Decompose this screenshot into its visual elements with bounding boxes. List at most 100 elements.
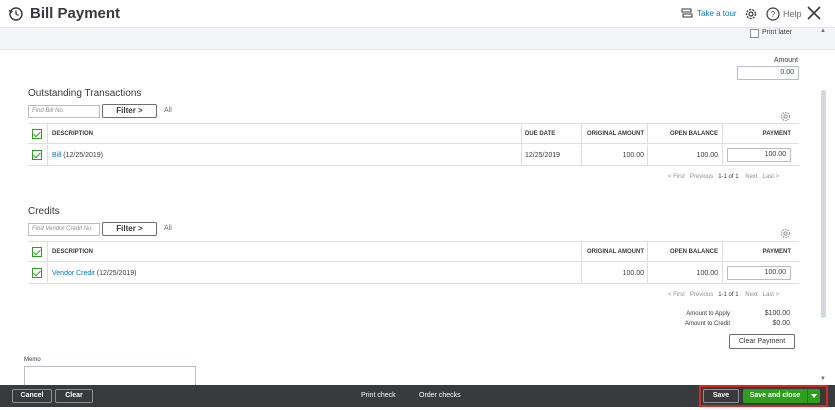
column-original-amount[interactable]: ORIGINAL AMOUNT [586, 131, 644, 137]
column-open-balance[interactable]: OPEN BALANCE [652, 249, 718, 255]
clear-payment-button[interactable]: Clear Payment [729, 334, 795, 349]
column-divider [647, 242, 648, 262]
amount-input[interactable]: 0.00 [737, 66, 799, 80]
credits-pagination: < First Previous 1-1 of 1 Next Last > [668, 292, 779, 298]
pager-range: 1-1 of 1 [718, 292, 739, 298]
pager-first[interactable]: < First [668, 292, 685, 298]
column-divider [647, 145, 648, 165]
svg-text:?: ? [771, 10, 776, 19]
row-open-balance: 100.00 [696, 270, 718, 277]
row-payment-input[interactable]: 100.00 [727, 266, 791, 280]
page-title: Bill Payment [30, 5, 121, 22]
credits-title: Credits [28, 206, 60, 217]
select-all-credits-checkbox[interactable] [32, 247, 42, 257]
row-checkbox[interactable] [32, 150, 42, 160]
pager-first[interactable]: < First [668, 174, 685, 180]
column-divider [581, 242, 582, 262]
close-icon[interactable] [806, 5, 822, 21]
row-description: Bill (12/25/2019) [52, 152, 103, 159]
scrollbar-thumb[interactable] [821, 90, 826, 318]
payment-history-icon[interactable] [8, 6, 24, 22]
column-divider [47, 145, 48, 165]
pager-next[interactable]: Next [745, 292, 757, 298]
row-open-balance: 100.00 [696, 152, 718, 159]
pager-next[interactable]: Next [745, 174, 757, 180]
row-checkbox[interactable] [32, 268, 42, 278]
column-divider [47, 263, 48, 283]
outstanding-filter-button[interactable]: Filter > [102, 104, 157, 118]
outstanding-pagination: < First Previous 1-1 of 1 Next Last > [668, 174, 779, 180]
bill-date: (12/25/2019) [61, 152, 103, 159]
column-divider [722, 145, 723, 165]
column-payment[interactable]: PAYMENT [728, 249, 791, 255]
outstanding-table-header: DESCRIPTION DUE DATE ORIGINAL AMOUNT OPE… [28, 123, 799, 144]
column-payment[interactable]: PAYMENT [728, 131, 791, 137]
row-payment-input[interactable]: 100.00 [727, 148, 791, 162]
column-divider [581, 124, 582, 144]
take-a-tour-link[interactable]: Take a tour [697, 9, 737, 18]
order-checks-link[interactable]: Order checks [419, 392, 461, 399]
top-options-strip [0, 28, 835, 50]
row-description: Vendor Credit (12/25/2019) [52, 270, 136, 277]
find-bill-input[interactable]: Find Bill No. [28, 105, 100, 118]
print-later-label: Print later [762, 29, 792, 36]
column-divider [521, 145, 522, 165]
amount-to-apply-value: $100.00 [764, 310, 790, 317]
pager-last[interactable]: Last > [763, 174, 780, 180]
row-original-amount: 100.00 [622, 152, 644, 159]
pager-last[interactable]: Last > [763, 292, 780, 298]
column-divider [47, 124, 48, 144]
outstanding-all-label: All [164, 107, 172, 114]
amount-to-credit-value: $0.00 [772, 320, 790, 327]
column-divider [722, 124, 723, 144]
scroll-down-arrow-icon[interactable]: ▼ [820, 376, 826, 382]
help-icon[interactable]: ? [766, 7, 780, 21]
vendor-credit-link[interactable]: Vendor Credit [52, 270, 95, 277]
scroll-up-arrow-icon[interactable]: ▲ [820, 28, 826, 34]
column-divider [581, 263, 582, 283]
column-original-amount[interactable]: ORIGINAL AMOUNT [586, 249, 644, 255]
table-row[interactable]: Bill (12/25/2019) 12/25/2019 100.00 100.… [28, 145, 799, 166]
row-due-date: 12/25/2019 [525, 152, 561, 159]
column-description[interactable]: DESCRIPTION [52, 131, 93, 137]
table-settings-gear-icon[interactable] [780, 111, 791, 122]
select-all-outstanding-checkbox[interactable] [32, 129, 42, 139]
column-divider [647, 263, 648, 283]
page-header: Bill Payment Take a tour ? Help [0, 0, 835, 28]
column-divider [647, 124, 648, 144]
credits-table-header: DESCRIPTION ORIGINAL AMOUNT OPEN BALANCE… [28, 241, 799, 262]
credits-all-label: All [164, 225, 172, 232]
clear-button[interactable]: Clear [55, 389, 93, 403]
take-a-tour-icon[interactable] [681, 8, 693, 19]
help-label[interactable]: Help [783, 9, 802, 19]
column-due-date[interactable]: DUE DATE [525, 131, 555, 137]
print-check-link[interactable]: Print check [361, 392, 396, 399]
table-row[interactable]: Vendor Credit (12/25/2019) 100.00 100.00… [28, 263, 799, 284]
column-description[interactable]: DESCRIPTION [52, 249, 93, 255]
save-buttons-highlight-box [699, 385, 828, 407]
column-divider [581, 145, 582, 165]
outstanding-transactions-title: Outstanding Transactions [28, 88, 142, 99]
credits-filter-button[interactable]: Filter > [102, 222, 157, 236]
amount-to-credit-label: Amount to Credit [684, 321, 730, 327]
pager-previous[interactable]: Previous [690, 292, 713, 298]
settings-gear-icon[interactable] [744, 7, 758, 21]
column-divider [521, 124, 522, 144]
vendor-credit-date: (12/25/2019) [94, 270, 137, 277]
table-settings-gear-icon[interactable] [780, 228, 791, 239]
cancel-button[interactable]: Cancel [12, 389, 52, 403]
bill-link[interactable]: Bill [52, 152, 61, 159]
print-later-checkbox[interactable] [750, 29, 759, 38]
row-original-amount: 100.00 [622, 270, 644, 277]
column-divider [47, 242, 48, 262]
pager-previous[interactable]: Previous [690, 174, 713, 180]
amount-label: Amount [773, 57, 798, 64]
amount-to-apply-label: Amount to Apply [686, 311, 730, 317]
column-divider [722, 263, 723, 283]
column-divider [722, 242, 723, 262]
find-vendor-credit-input[interactable]: Find Vendor Credit No. [28, 223, 100, 236]
pager-range: 1-1 of 1 [718, 174, 739, 180]
memo-textarea[interactable] [24, 366, 196, 386]
column-open-balance[interactable]: OPEN BALANCE [652, 131, 718, 137]
memo-label: Memo [24, 357, 41, 363]
